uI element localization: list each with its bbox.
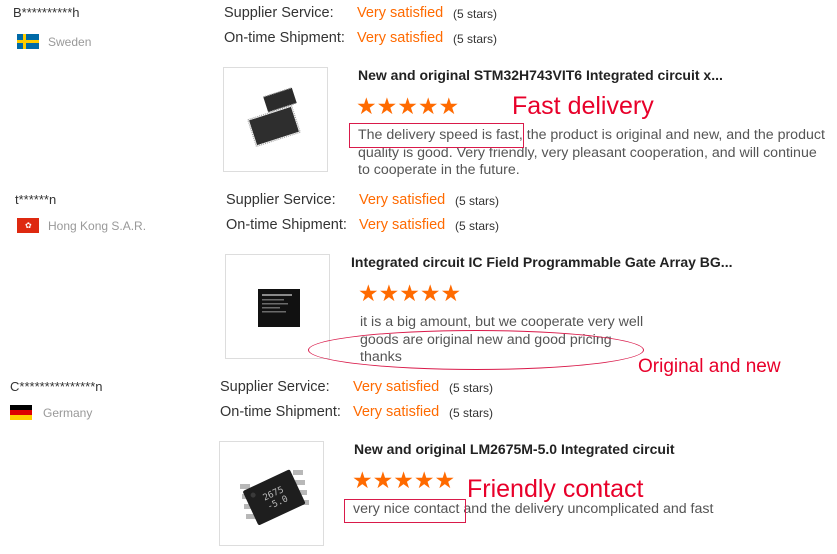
rating-stars: ★★★★★ [356, 94, 460, 120]
product-title[interactable]: New and original LM2675M-5.0 Integrated … [354, 441, 675, 457]
shipment-stars: (5 stars) [453, 32, 498, 46]
highlight-ellipse [308, 330, 644, 370]
shipment-stars: (5 stars) [455, 219, 500, 233]
supplier-service-value: Very satisfied [359, 192, 446, 208]
buyer-name: t******n [15, 192, 57, 207]
buyer-country: Sweden [48, 35, 92, 49]
rating-stars: ★★★★★ [352, 468, 456, 494]
supplier-service-label: Supplier Service: [226, 192, 336, 208]
annotation-friendly-contact: Friendly contact [467, 475, 644, 503]
annotation-original-new: Original and new [638, 356, 781, 377]
supplier-service-stars: (5 stars) [455, 194, 500, 208]
highlight-box [344, 499, 466, 523]
supplier-service-value: Very satisfied [353, 379, 440, 395]
qfp-chip-image [247, 87, 301, 148]
shipment-value: Very satisfied [359, 217, 446, 233]
buyer-country: Germany [43, 406, 93, 420]
annotation-fast-delivery: Fast delivery [512, 92, 654, 120]
rating-stars: ★★★★★ [358, 281, 462, 307]
product-title[interactable]: Integrated circuit IC Field Programmable… [351, 254, 732, 270]
sweden-flag-icon [17, 34, 39, 49]
shipment-label: On-time Shipment: [220, 404, 341, 420]
supplier-service-value: Very satisfied [357, 5, 444, 21]
hong-kong-flag-icon: ✿ [17, 218, 39, 233]
supplier-service-stars: (5 stars) [453, 7, 498, 21]
product-thumbnail[interactable] [223, 67, 328, 172]
supplier-service-label: Supplier Service: [224, 5, 334, 21]
highlight-box [349, 123, 524, 148]
supplier-service-stars: (5 stars) [449, 381, 494, 395]
supplier-service-label: Supplier Service: [220, 379, 330, 395]
germany-flag-icon [10, 405, 32, 420]
shipment-value: Very satisfied [353, 404, 440, 420]
soic-chip-image: 2675 -5.0 [240, 469, 309, 525]
buyer-country: Hong Kong S.A.R. [48, 219, 147, 233]
buyer-name: C***************n [10, 379, 103, 394]
product-thumbnail[interactable]: 2675 -5.0 [219, 441, 324, 546]
buyer-name: B**********h [13, 5, 80, 20]
product-title[interactable]: New and original STM32H743VIT6 Integrate… [358, 67, 723, 83]
shipment-label: On-time Shipment: [226, 217, 347, 233]
shipment-label: On-time Shipment: [224, 30, 345, 46]
shipment-value: Very satisfied [357, 30, 444, 46]
shipment-stars: (5 stars) [449, 406, 494, 420]
